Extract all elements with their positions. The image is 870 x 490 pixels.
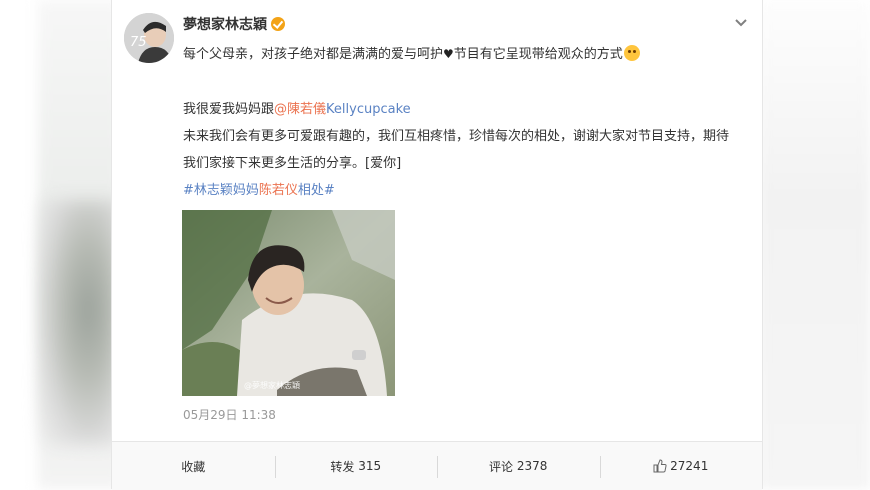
mention-link[interactable]: @陳若儀 — [274, 102, 326, 117]
hashtag-link[interactable]: #林志颖妈妈陈若仪相处# — [183, 182, 335, 200]
post-text-line-4: 我们家接下来更多生活的分享。[爱你] — [183, 156, 402, 171]
comment-count: 2378 — [516, 459, 548, 473]
post-text-line-1: 每个父母亲，对孩子绝对都是满满的爱与呵护♥节目有它呈现带给观众的方式 — [183, 45, 640, 64]
photo-watermark: @夢想家林志穎 — [244, 380, 300, 390]
author-name-text[interactable]: 夢想家林志穎 — [183, 14, 267, 34]
avatar[interactable]: 75 — [124, 13, 174, 63]
post-photo[interactable]: @夢想家林志穎 — [182, 210, 395, 396]
mention-link-en[interactable]: Kellycupcake — [326, 102, 411, 117]
verified-badge-icon — [271, 17, 285, 31]
hashtag-segment[interactable]: 相处# — [298, 183, 335, 198]
favorite-button[interactable]: 收藏 — [112, 442, 275, 490]
repost-label: 转发 — [330, 459, 355, 474]
favorite-label: 收藏 — [181, 459, 206, 474]
hashtag-segment-highlight[interactable]: 陈若仪 — [259, 183, 298, 198]
comment-label: 评论 — [489, 459, 514, 474]
tongue-emoji-icon — [623, 45, 640, 61]
action-bar: 收藏 转发 315 评论 2378 27241 — [112, 441, 762, 490]
hashtag-segment[interactable]: #林志颖妈妈 — [183, 183, 259, 198]
post-text-segment: 节目有它呈现带给观众的方式 — [453, 47, 623, 62]
background-blur-right — [760, 0, 870, 489]
post-text-line-3: 未来我们会有更多可爱跟有趣的，我们互相疼惜，珍惜每次的相处，谢谢大家对节目支持，… — [183, 129, 730, 144]
avatar-logo-text: 75 — [130, 35, 147, 50]
post-text-line-2: 我很爱我妈妈跟@陳若儀Kellycupcake — [183, 101, 411, 119]
repost-button[interactable]: 转发 315 — [274, 442, 438, 490]
post-timestamp[interactable]: 05月29日 11:38 — [183, 406, 276, 423]
background-blur-left-photo — [40, 200, 120, 445]
weibo-post-card: 75 夢想家林志穎 每个父母亲，对孩子绝对都是满满的爱与呵护♥节目有它呈现带给观… — [111, 0, 763, 490]
comment-button[interactable]: 评论 2378 — [437, 442, 600, 490]
heart-glyph: ♥ — [443, 47, 454, 61]
repost-count: 315 — [358, 459, 382, 473]
post-text-segment: 每个父母亲，对孩子绝对都是满满的爱与呵护 — [183, 47, 444, 62]
post-text-segment: 我很爱我妈妈跟 — [183, 102, 275, 117]
like-button[interactable]: 27241 — [599, 442, 763, 490]
chevron-down-icon[interactable] — [734, 18, 748, 28]
author-name[interactable]: 夢想家林志穎 — [183, 14, 285, 34]
thumbs-up-icon — [653, 459, 667, 473]
like-count: 27241 — [670, 459, 709, 473]
